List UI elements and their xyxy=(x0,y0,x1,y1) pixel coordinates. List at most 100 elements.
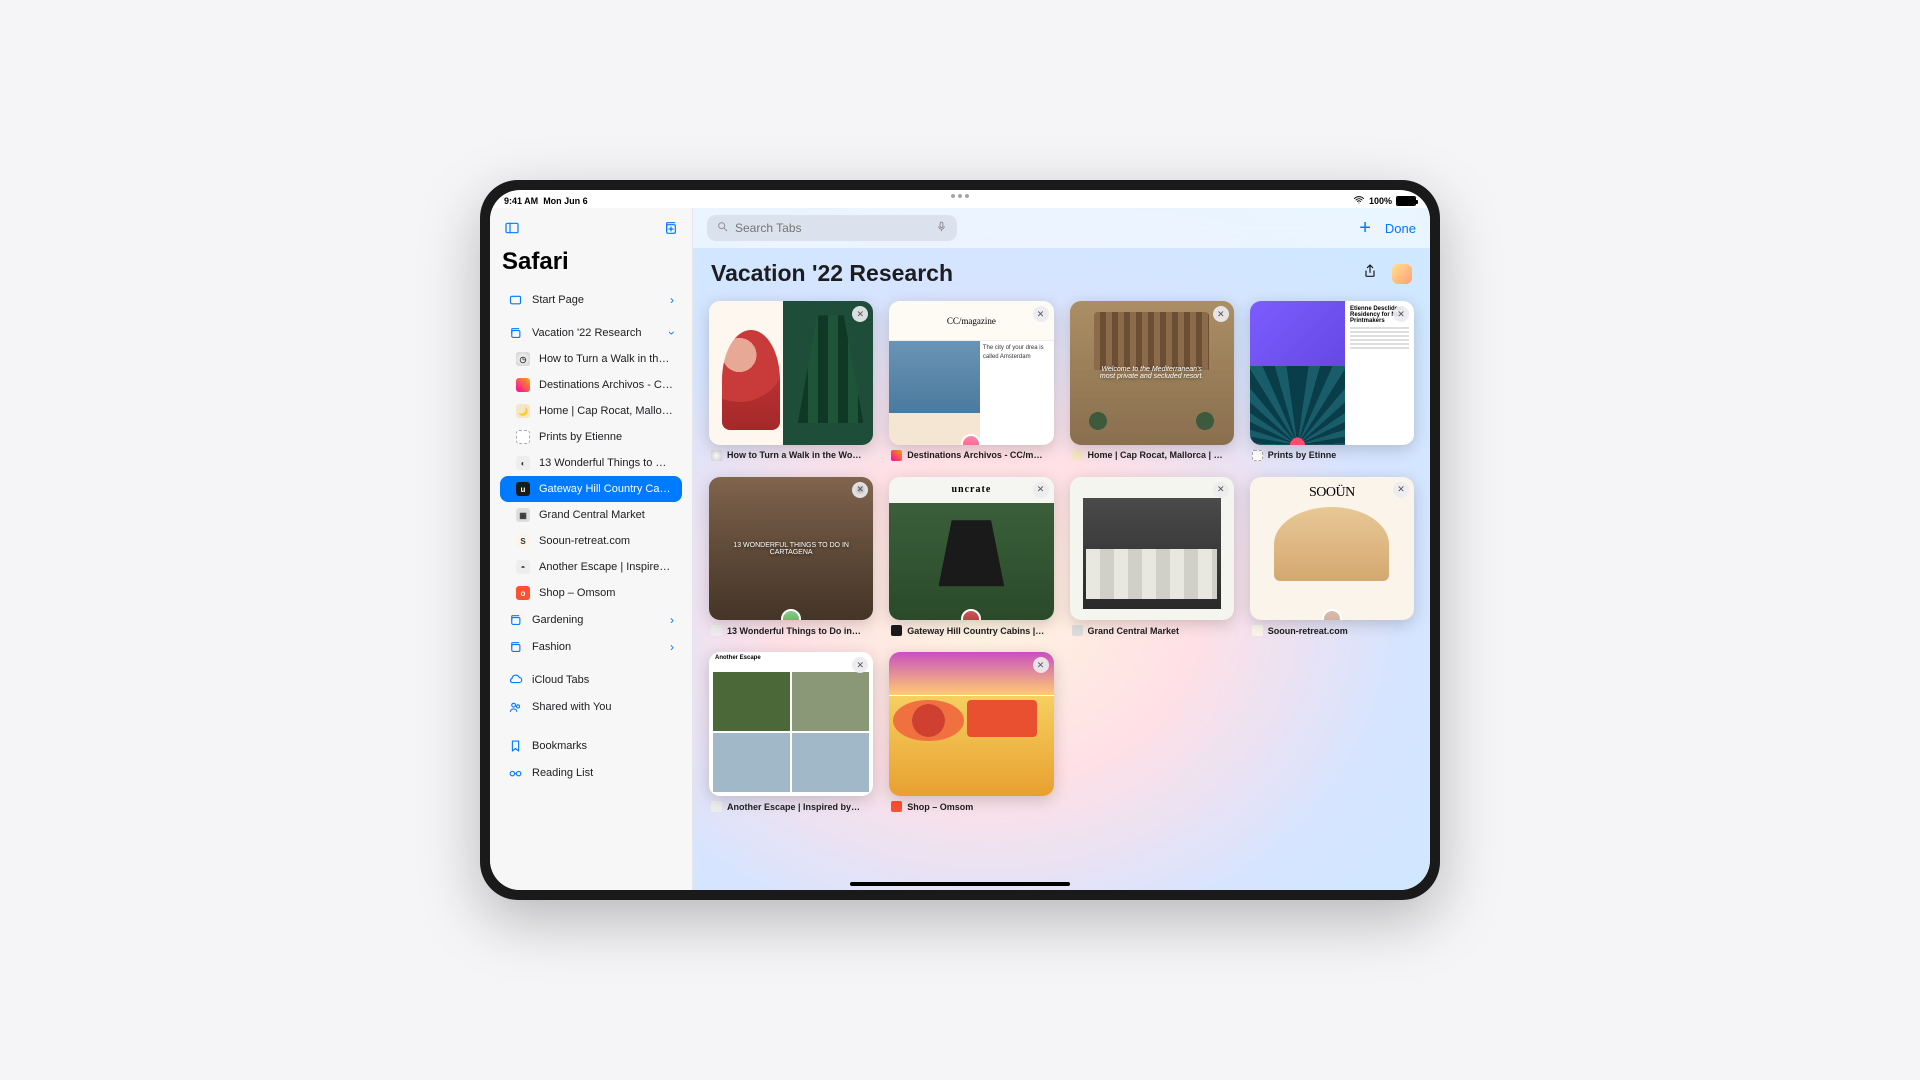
close-tab-button[interactable]: ✕ xyxy=(1033,657,1049,673)
tab-card[interactable]: ✕ Shop – Omsom xyxy=(889,652,1053,812)
favicon xyxy=(1252,625,1263,636)
sidebar-reading-list[interactable]: Reading List xyxy=(500,759,682,786)
favicon: 🌙 xyxy=(516,404,530,418)
close-tab-button[interactable]: ✕ xyxy=(852,306,868,322)
tab-card[interactable]: ✕ Etienne Desclides: Residency for New P… xyxy=(1250,301,1414,461)
tab-card[interactable]: ✕ uncrate Gateway Hill Country Cabins |… xyxy=(889,477,1053,637)
new-tab-group-button[interactable] xyxy=(658,216,682,240)
battery-percent: 100% xyxy=(1369,196,1392,206)
main-area: + Done Vacation '22 Research xyxy=(693,208,1430,890)
sidebar-group-gardening[interactable]: Gardening › xyxy=(500,606,682,633)
favicon: o xyxy=(516,586,530,600)
sidebar-icloud-tabs[interactable]: iCloud Tabs xyxy=(500,666,682,693)
tab-thumbnail[interactable]: ✕ xyxy=(1070,477,1234,621)
favicon xyxy=(891,450,902,461)
chevron-right-icon: › xyxy=(670,640,674,654)
tab-thumbnail[interactable]: ✕ xyxy=(709,301,873,445)
close-tab-button[interactable]: ✕ xyxy=(1033,306,1049,322)
wifi-icon xyxy=(1353,194,1365,208)
tab-card[interactable]: ✕ Another Escape Another Escape | Inspir… xyxy=(709,652,873,812)
sidebar-bookmarks[interactable]: Bookmarks xyxy=(500,732,682,759)
favicon xyxy=(891,801,902,812)
sidebar-tab-6[interactable]: ▦Grand Central Market xyxy=(500,502,682,528)
sidebar-tab-4[interactable]: ◐13 Wonderful Things to Do… xyxy=(500,450,682,476)
sidebar-tab-7[interactable]: SSooun-retreat.com xyxy=(500,528,682,554)
favicon: ◓ xyxy=(516,560,530,574)
sidebar-tab-8[interactable]: ◓Another Escape | Inspired… xyxy=(500,554,682,580)
close-tab-button[interactable]: ✕ xyxy=(852,657,868,673)
search-field[interactable] xyxy=(707,215,957,241)
favicon xyxy=(1072,625,1083,636)
close-tab-button[interactable]: ✕ xyxy=(1213,482,1229,498)
favicon: ◷ xyxy=(516,352,530,366)
close-tab-button[interactable]: ✕ xyxy=(852,482,868,498)
mic-icon[interactable] xyxy=(935,220,948,236)
favicon: ▦ xyxy=(516,508,530,522)
ipad-frame: 9:41 AM Mon Jun 6 100% xyxy=(480,180,1440,900)
multitask-dots xyxy=(951,194,969,198)
tab-thumbnail[interactable]: ✕ SOOÜN xyxy=(1250,477,1414,621)
collaborator-avatar xyxy=(1322,609,1342,620)
tab-group-icon xyxy=(508,612,523,627)
tab-thumbnail[interactable]: ✕ uncrate xyxy=(889,477,1053,621)
done-button[interactable]: Done xyxy=(1385,221,1416,236)
screen: 9:41 AM Mon Jun 6 100% xyxy=(490,190,1430,890)
favicon xyxy=(891,625,902,636)
chevron-right-icon: › xyxy=(670,293,674,307)
favicon xyxy=(516,378,530,392)
favicon xyxy=(1252,450,1263,461)
sidebar-tab-5[interactable]: uGateway Hill Country Cabi… xyxy=(500,476,682,502)
status-date: Mon Jun 6 xyxy=(543,196,588,206)
search-icon xyxy=(716,220,729,236)
cloud-icon xyxy=(508,672,523,687)
tab-thumbnail[interactable]: ✕ Welcome to the Mediterranean's most pr… xyxy=(1070,301,1234,445)
chevron-down-icon: › xyxy=(665,331,679,335)
people-icon xyxy=(508,699,523,714)
sidebar-tab-0[interactable]: ◷How to Turn a Walk in the … xyxy=(500,346,682,372)
chevron-right-icon: › xyxy=(670,613,674,627)
sidebar-group-fashion[interactable]: Fashion › xyxy=(500,633,682,660)
tab-thumbnail[interactable]: ✕ Etienne Desclides: Residency for New P… xyxy=(1250,301,1414,445)
bookmark-icon xyxy=(508,738,523,753)
home-indicator[interactable] xyxy=(850,882,1070,886)
glasses-icon xyxy=(508,765,523,780)
favicon xyxy=(711,801,722,812)
tab-thumbnail[interactable]: ✕ 13 WONDERFUL THINGS TO DO IN CARTAGENA xyxy=(709,477,873,621)
tab-card[interactable]: ✕ How to Turn a Walk in the Wo… xyxy=(709,301,873,461)
search-input[interactable] xyxy=(735,221,929,235)
tab-card[interactable]: ✕ Welcome to the Mediterranean's most pr… xyxy=(1070,301,1234,461)
tab-thumbnail[interactable]: ✕ xyxy=(889,652,1053,796)
sidebar-toggle-button[interactable] xyxy=(500,216,524,240)
tab-group-icon xyxy=(508,639,523,654)
close-tab-button[interactable]: ✕ xyxy=(1393,482,1409,498)
close-tab-button[interactable]: ✕ xyxy=(1213,306,1229,322)
tab-card[interactable]: ✕ Grand Central Market xyxy=(1070,477,1234,637)
favicon xyxy=(516,430,530,444)
tab-thumbnail[interactable]: ✕ CC/magazineThe city of your drea is ca… xyxy=(889,301,1053,445)
close-tab-button[interactable]: ✕ xyxy=(1393,306,1409,322)
sidebar-tab-3[interactable]: Prints by Etienne xyxy=(500,424,682,450)
share-button[interactable] xyxy=(1362,263,1378,284)
tab-card[interactable]: ✕ 13 WONDERFUL THINGS TO DO IN CARTAGENA… xyxy=(709,477,873,637)
new-tab-button[interactable]: + xyxy=(1359,217,1371,240)
status-bar: 9:41 AM Mon Jun 6 100% xyxy=(490,190,1430,208)
sidebar-group-vacation[interactable]: Vacation '22 Research › xyxy=(500,319,682,346)
tab-thumbnail[interactable]: ✕ Another Escape xyxy=(709,652,873,796)
group-avatar[interactable] xyxy=(1392,264,1412,284)
toolbar: + Done xyxy=(693,208,1430,248)
tab-card[interactable]: ✕ SOOÜN Sooun-retreat.com xyxy=(1250,477,1414,637)
sidebar-title: Safari xyxy=(502,248,680,276)
tab-overview: Vacation '22 Research ✕ How to Turn a Wa… xyxy=(693,248,1430,890)
sidebar-tab-2[interactable]: 🌙Home | Cap Rocat, Mallorc… xyxy=(500,398,682,424)
close-tab-button[interactable]: ✕ xyxy=(1033,482,1049,498)
favicon: S xyxy=(516,534,530,548)
sidebar-tab-1[interactable]: Destinations Archivos - CC… xyxy=(500,372,682,398)
start-page-icon xyxy=(508,292,523,307)
sidebar-shared-with-you[interactable]: Shared with You xyxy=(500,693,682,720)
tab-group-icon xyxy=(508,325,523,340)
sidebar-start-page[interactable]: Start Page › xyxy=(500,286,682,313)
favicon xyxy=(711,450,722,461)
tab-card[interactable]: ✕ CC/magazineThe city of your drea is ca… xyxy=(889,301,1053,461)
favicon xyxy=(711,625,722,636)
sidebar-tab-9[interactable]: oShop – Omsom xyxy=(500,580,682,606)
